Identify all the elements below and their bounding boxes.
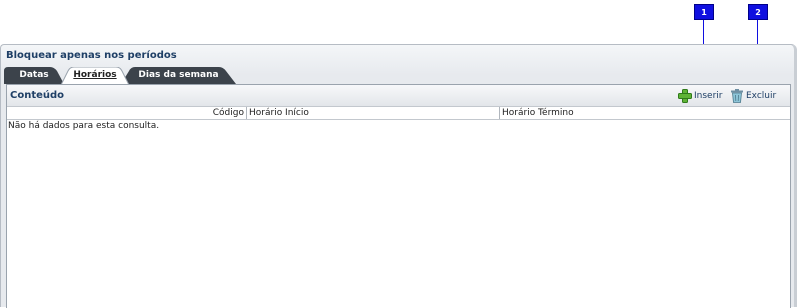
column-header-horario-inicio[interactable]: Horário Início — [247, 107, 500, 119]
tab-horarios[interactable]: Horários — [61, 67, 129, 84]
panel-header: Conteúdo Inserir Excluir — [7, 85, 790, 107]
column-header-codigo[interactable]: Código — [7, 107, 247, 119]
delete-button[interactable]: Excluir — [730, 89, 780, 103]
insert-label: Inserir — [694, 89, 723, 103]
panel-title: Conteúdo — [10, 90, 64, 101]
blocking-periods-container: Bloquear apenas nos períodos Datas Dias … — [0, 44, 797, 307]
tab-dias-da-semana[interactable]: Dias da semana — [121, 67, 236, 84]
tab-label: Datas — [19, 70, 48, 80]
delete-label: Excluir — [746, 89, 776, 103]
tab-datas[interactable]: Datas — [4, 67, 64, 84]
green-plus-icon — [678, 89, 692, 103]
tab-label: Dias da semana — [138, 70, 218, 80]
callout-1: 1 — [694, 4, 714, 20]
trash-bin-icon — [730, 89, 744, 103]
callout-2: 2 — [748, 4, 768, 20]
tab-label: Horários — [73, 70, 116, 80]
empty-table-message: Não há dados para esta consulta. — [8, 121, 159, 131]
column-header-horario-termino[interactable]: Horário Término — [500, 107, 790, 119]
table-header: Código Horário Início Horário Término — [7, 107, 790, 120]
insert-button[interactable]: Inserir — [678, 89, 726, 103]
content-panel: Conteúdo Inserir Excluir — [6, 84, 791, 308]
section-title: Bloquear apenas nos períodos — [6, 50, 177, 61]
